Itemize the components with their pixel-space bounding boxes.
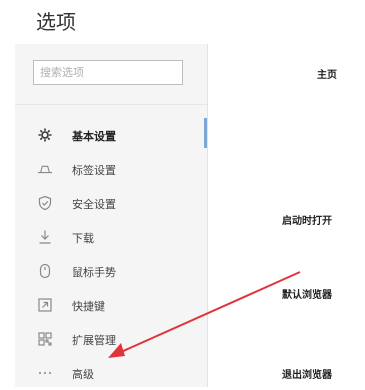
annotation-arrow (108, 271, 301, 358)
